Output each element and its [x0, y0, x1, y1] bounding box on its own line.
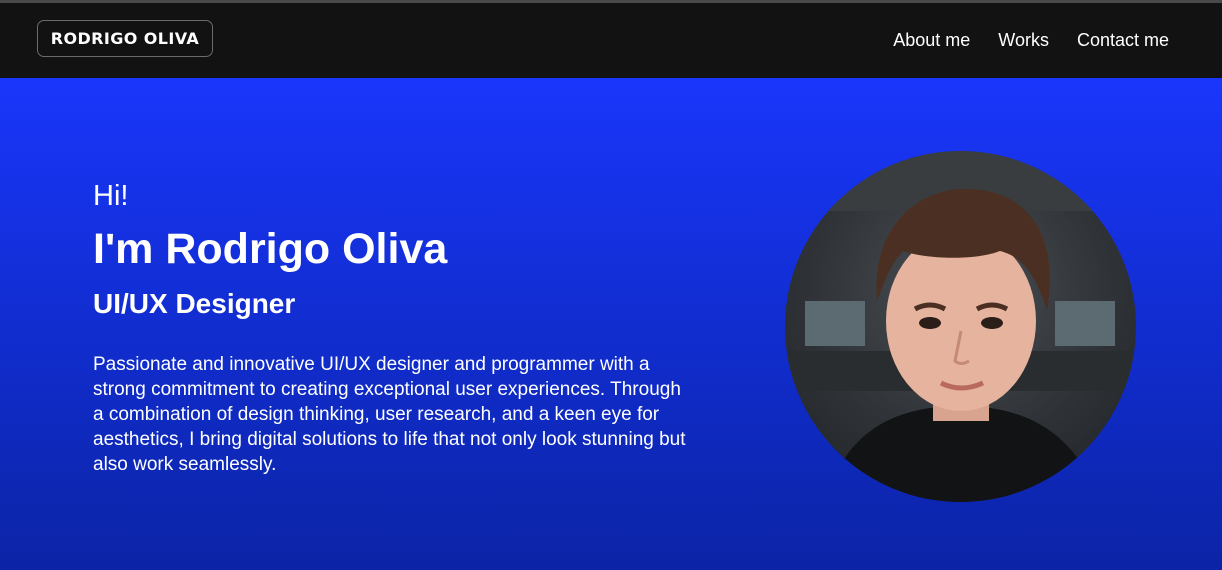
nav-link-contact[interactable]: Contact me — [1077, 30, 1169, 51]
nav-link-about[interactable]: About me — [893, 30, 970, 51]
hero-bio: Passionate and innovative UI/UX designer… — [93, 354, 686, 475]
hero-greeting: Hi! — [93, 180, 129, 212]
hero-name: I'm Rodrigo Oliva — [93, 225, 448, 273]
profile-photo — [785, 151, 1136, 502]
nav-link-works[interactable]: Works — [998, 30, 1049, 51]
nav-links: About me Works Contact me — [893, 30, 1169, 51]
hero-section: Hi! I'm Rodrigo Oliva UI/UX Designer Pas… — [0, 78, 1222, 570]
hero-role: UI/UX Designer — [93, 288, 296, 319]
navbar: RODRIGO OLIVA About me Works Contact me — [0, 3, 1222, 78]
logo-button[interactable]: RODRIGO OLIVA — [37, 20, 213, 57]
portrait-illustration — [785, 151, 1136, 502]
